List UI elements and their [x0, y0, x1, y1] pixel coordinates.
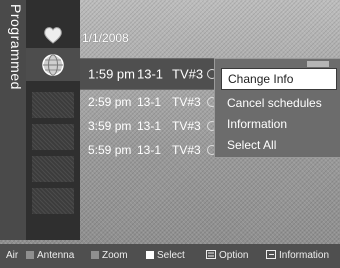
- zoom-icon: [91, 251, 99, 259]
- select-icon: [146, 251, 154, 259]
- category-slot-6[interactable]: [32, 188, 74, 214]
- footer-information-label: Information: [279, 250, 330, 261]
- row-time: 3:59 pm: [88, 119, 132, 133]
- row-time: 2:59 pm: [88, 95, 132, 109]
- option-icon: [206, 250, 216, 259]
- row-channel: 13-1: [137, 66, 164, 82]
- category-favorite[interactable]: [26, 18, 80, 51]
- menu-item-select-all[interactable]: Select All: [227, 138, 276, 152]
- popup-scroll-handle: [307, 61, 329, 67]
- footer-antenna[interactable]: Antenna: [26, 250, 74, 261]
- footer-antenna-label: Antenna: [37, 250, 75, 261]
- row-program: TV#3: [172, 119, 201, 133]
- row-channel: 13-1: [137, 119, 162, 133]
- footer-information[interactable]: Information: [266, 250, 329, 261]
- category-slot-4[interactable]: [32, 124, 74, 150]
- schedule-screen: Programmed 1/1/2008 1:59 pm 13-1 TV#3 2:…: [0, 0, 340, 268]
- menu-item-cancel-schedules[interactable]: Cancel schedules: [227, 96, 322, 110]
- footer-select[interactable]: Select: [146, 250, 185, 261]
- footer-zoom-label: Zoom: [102, 250, 128, 261]
- category-icon-column: [26, 0, 80, 240]
- side-tab[interactable]: Programmed: [0, 0, 26, 240]
- row-program: TV#3: [172, 95, 201, 109]
- row-channel: 13-1: [137, 95, 162, 109]
- row-time: 1:59 pm: [88, 66, 135, 82]
- footer-air: Air: [6, 250, 19, 261]
- menu-item-information[interactable]: Information: [227, 117, 287, 131]
- footer-select-label: Select: [157, 250, 185, 261]
- footer-zoom[interactable]: Zoom: [91, 250, 128, 261]
- footer-option[interactable]: Option: [206, 250, 248, 261]
- options-popup: Change Info Cancel schedules Information…: [214, 58, 340, 158]
- date-header: 1/1/2008: [82, 31, 129, 45]
- row-channel: 13-1: [137, 143, 162, 157]
- category-slot-5[interactable]: [32, 156, 74, 182]
- category-scheduled[interactable]: [26, 48, 80, 81]
- footer-bar: Air Antenna Zoom Select Option Informati…: [0, 244, 340, 268]
- menu-item-label: Change Info: [228, 72, 294, 86]
- side-tab-label: Programmed: [8, 4, 24, 90]
- menu-item-change-info[interactable]: Change Info: [221, 68, 337, 90]
- globe-icon: [42, 53, 64, 76]
- row-time: 5:59 pm: [88, 143, 132, 157]
- row-program: TV#3: [172, 66, 204, 82]
- info-icon: [266, 250, 276, 259]
- footer-option-label: Option: [219, 250, 249, 261]
- antenna-icon: [26, 251, 34, 259]
- row-program: TV#3: [172, 143, 201, 157]
- heart-icon: [44, 26, 62, 44]
- category-slot-3[interactable]: [32, 92, 74, 118]
